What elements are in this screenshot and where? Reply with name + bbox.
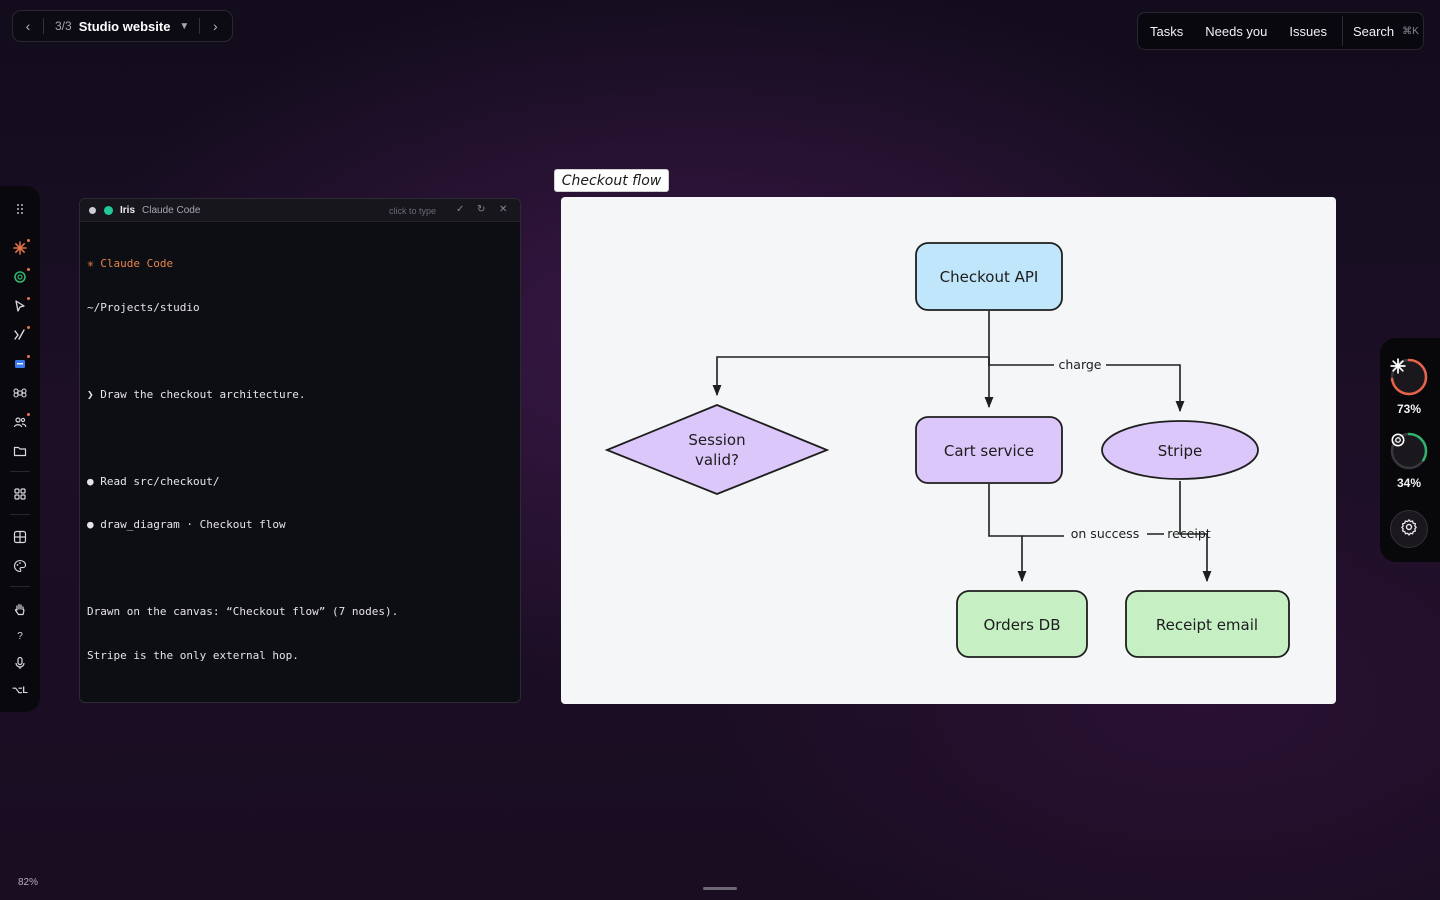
openai-usage-ring[interactable]	[1390, 432, 1428, 470]
tasks-tab[interactable]: Tasks	[1138, 24, 1194, 39]
terminal-line: Drawn on the canvas: “Checkout flow” (7 …	[87, 605, 399, 618]
chevron-down-icon[interactable]: ▼	[179, 21, 189, 32]
needs-you-tab[interactable]: Needs you	[1194, 24, 1278, 39]
notification-dot	[27, 326, 30, 329]
search-shortcut: ⌘K	[1402, 25, 1419, 37]
agent-name: Iris	[120, 205, 136, 216]
terminal-line: ✳ Claude Code	[87, 257, 174, 270]
terminal-line: ● draw_diagram · Checkout flow	[87, 518, 286, 531]
refresh-icon[interactable]: ↻	[477, 204, 485, 215]
drag-handle-icon[interactable]	[10, 199, 30, 219]
apps-grid-icon[interactable]	[10, 484, 30, 504]
status-indicator	[104, 206, 113, 215]
divider	[43, 18, 44, 34]
check-icon[interactable]: ✓	[456, 204, 464, 215]
folder-icon[interactable]	[10, 441, 30, 461]
click-to-type-hint[interactable]: click to type	[389, 206, 436, 216]
team-icon[interactable]	[10, 412, 30, 432]
left-dock: ? ⌥L	[0, 186, 40, 712]
layout-icon[interactable]	[10, 527, 30, 547]
chevron-right-icon: ›	[212, 18, 218, 34]
session-count: 3/3	[55, 19, 72, 33]
hand-icon[interactable]	[10, 599, 30, 619]
command-icon[interactable]	[10, 383, 30, 403]
stripe-label: Stripe	[1158, 442, 1203, 460]
close-icon[interactable]: ✕	[499, 204, 507, 215]
checkout-api-label: Checkout API	[940, 268, 1039, 286]
terminal-line: ❯ Draw the checkout architecture.	[87, 387, 306, 401]
claude-usage-ring[interactable]	[1390, 358, 1428, 396]
shortcut-icon[interactable]: ⌥L	[10, 680, 30, 700]
breadcrumb: ‹ 3/3 Studio website ▼ ›	[12, 10, 233, 42]
notification-dot	[27, 268, 30, 271]
terminal-titlebar: Iris Claude Code click to type ✓ ↻ ✕	[80, 199, 520, 222]
edge-api-session	[712, 311, 990, 397]
window-dot	[89, 207, 96, 214]
zoom-level[interactable]: 82%	[18, 877, 38, 888]
on-success-label: on success	[1071, 526, 1139, 541]
notification-dot	[27, 297, 30, 300]
session-title[interactable]: Studio website	[79, 19, 171, 34]
charge-label: charge	[1059, 357, 1102, 372]
edge-cart-orders	[988, 484, 1027, 583]
edge-charge-left	[988, 357, 1054, 366]
cart-service-label: Cart service	[944, 442, 1034, 460]
gear-icon	[1400, 518, 1418, 541]
claude-usage-percent: 73%	[1396, 402, 1422, 416]
openai-icon	[1390, 432, 1428, 470]
palette-icon[interactable]	[10, 556, 30, 576]
app-name: Claude Code	[142, 205, 201, 216]
session-label-1: Session	[688, 431, 745, 449]
receipt-email-label: Receipt email	[1156, 616, 1258, 634]
divider	[10, 514, 30, 515]
edge-charge-right	[1106, 364, 1185, 413]
session-label-2: valid?	[695, 451, 739, 469]
flow-diagram: Checkout API Session valid? Cart service…	[604, 242, 1290, 658]
back-button[interactable]: ‹	[13, 11, 43, 41]
terminal-line: ~/Projects/studio	[87, 300, 200, 314]
help-icon[interactable]: ?	[10, 626, 30, 646]
microphone-icon[interactable]	[10, 653, 30, 673]
receipt-label: receipt	[1167, 526, 1211, 541]
forward-button[interactable]: ›	[200, 11, 230, 41]
terminal-window[interactable]: Iris Claude Code click to type ✓ ↻ ✕ ✳ C…	[79, 198, 521, 703]
orders-db-label: Orders DB	[983, 616, 1060, 634]
claude-icon[interactable]	[10, 238, 30, 258]
top-nav: Tasks Needs you Issues Search ⌘K	[1137, 12, 1424, 50]
openai-usage-percent: 34%	[1396, 476, 1422, 490]
code-agent-icon[interactable]	[10, 325, 30, 345]
divider	[10, 471, 30, 472]
openai-icon[interactable]	[10, 267, 30, 287]
diagram-canvas[interactable]: Checkout API Session valid? Cart service…	[561, 197, 1336, 704]
terminal-line: ● Read src/checkout/	[87, 474, 220, 488]
search-button[interactable]: Search ⌘K	[1343, 24, 1419, 39]
chat-badge-icon[interactable]	[10, 354, 30, 374]
settings-button[interactable]	[1390, 510, 1428, 548]
bottom-drag-handle[interactable]	[703, 887, 737, 890]
notification-dot	[27, 239, 30, 242]
terminal-output[interactable]: ✳ Claude Code ~/Projects/studio ❯ Draw t…	[80, 222, 520, 698]
search-label: Search	[1352, 23, 1395, 39]
node-session-valid	[604, 404, 830, 495]
notification-dot	[27, 355, 30, 358]
diagram-title[interactable]: Checkout flow	[554, 169, 669, 192]
terminal-line: Stripe is the only external hop.	[87, 648, 299, 662]
usage-panel: 73% 34%	[1380, 338, 1440, 562]
cursor-icon[interactable]	[10, 296, 30, 316]
notification-dot	[27, 413, 30, 416]
issues-tab[interactable]: Issues	[1278, 24, 1338, 39]
divider	[10, 586, 30, 587]
claude-icon	[1390, 358, 1428, 396]
chevron-left-icon: ‹	[25, 18, 31, 34]
